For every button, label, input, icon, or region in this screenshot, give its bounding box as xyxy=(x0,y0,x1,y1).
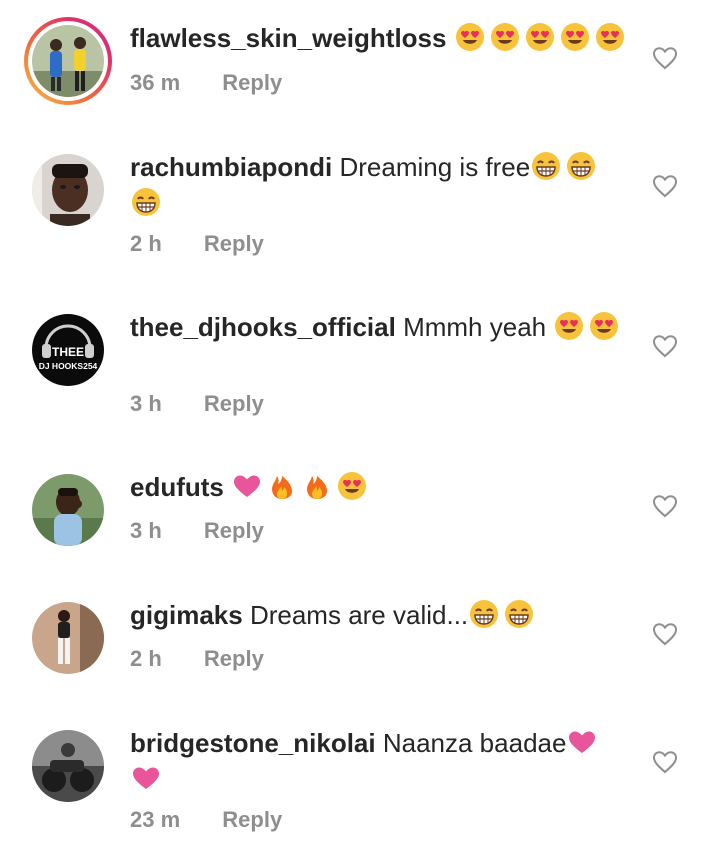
heart-outline-icon xyxy=(652,335,678,358)
comment-timestamp: 3 h xyxy=(130,518,162,543)
comment-username[interactable]: rachumbiapondi xyxy=(130,152,332,182)
reply-button[interactable]: Reply xyxy=(204,231,264,257)
grin-emoji-icon xyxy=(565,150,597,182)
like-button[interactable] xyxy=(652,174,678,198)
comment-meta: 2 h Reply xyxy=(130,646,264,672)
heart-eyes-emoji-icon xyxy=(588,310,620,342)
comment-body: thee_djhooks_official Mmmh yeah xyxy=(130,309,630,345)
comment-timestamp: 2 h xyxy=(130,646,162,671)
comment-body: rachumbiapondi Dreaming is free xyxy=(130,149,630,221)
comment-text: Dreaming is free xyxy=(339,152,531,182)
comment-username[interactable]: flawless_skin_weightloss xyxy=(130,23,446,53)
avatar[interactable]: THEE DJ HOOKS254 xyxy=(32,314,104,386)
reply-button[interactable]: Reply xyxy=(222,70,282,96)
avatar-text-top: THEE xyxy=(52,345,84,359)
heart-eyes-emoji-icon xyxy=(524,21,556,53)
fire-emoji-icon xyxy=(266,470,298,502)
comment-timestamp: 23 m xyxy=(130,807,181,832)
like-button[interactable] xyxy=(652,750,678,774)
grin-emoji-icon xyxy=(530,150,562,182)
comment-username[interactable]: thee_djhooks_official xyxy=(130,312,396,342)
grin-emoji-icon xyxy=(130,186,162,218)
avatar[interactable] xyxy=(32,474,104,546)
comment-timestamp: 36 m xyxy=(130,70,181,95)
like-button[interactable] xyxy=(652,494,678,518)
heart-outline-icon xyxy=(652,751,678,774)
comment-text: Dreams are valid... xyxy=(249,600,469,630)
comment-meta: 2 h Reply xyxy=(130,231,264,257)
like-button[interactable] xyxy=(652,334,678,358)
avatar-text-bottom: DJ HOOKS254 xyxy=(39,361,98,371)
heart-eyes-emoji-icon xyxy=(559,21,591,53)
comment-body: flawless_skin_weightloss xyxy=(130,20,630,56)
heart-outline-icon xyxy=(652,495,678,518)
heart-outline-icon xyxy=(652,623,678,646)
avatar[interactable] xyxy=(32,730,104,802)
comment-meta: 3 h Reply xyxy=(130,518,264,544)
comment-body: edufuts xyxy=(130,469,630,505)
heart-eyes-emoji-icon xyxy=(454,21,486,53)
comment-meta: 36 m Reply xyxy=(130,70,282,96)
avatar[interactable] xyxy=(24,17,112,105)
avatar[interactable] xyxy=(32,602,104,674)
comment-body: gigimaks Dreams are valid... xyxy=(130,597,630,633)
comments-list: flawless_skin_weightloss 36 m Reply rach… xyxy=(0,0,720,851)
like-button[interactable] xyxy=(652,622,678,646)
fire-emoji-icon xyxy=(301,470,333,502)
comment-username[interactable]: gigimaks xyxy=(130,600,243,630)
reply-button[interactable]: Reply xyxy=(204,518,264,544)
comment-text: Naanza baadae xyxy=(382,728,567,758)
like-button[interactable] xyxy=(652,46,678,70)
comment-username[interactable]: bridgestone_nikolai xyxy=(130,728,376,758)
reply-button[interactable]: Reply xyxy=(222,807,282,833)
pink-heart-emoji-icon xyxy=(566,726,598,758)
heart-eyes-emoji-icon xyxy=(553,310,585,342)
heart-outline-icon xyxy=(652,47,678,70)
comment-meta: 3 h Reply xyxy=(130,391,264,417)
grin-emoji-icon xyxy=(468,598,500,630)
grin-emoji-icon xyxy=(503,598,535,630)
comment-text: Mmmh yeah xyxy=(403,312,547,342)
comment-username[interactable]: edufuts xyxy=(130,472,224,502)
pink-heart-emoji-icon xyxy=(130,762,162,794)
comment-timestamp: 3 h xyxy=(130,391,162,416)
comment-body: bridgestone_nikolai Naanza baadae xyxy=(130,725,630,797)
comment-timestamp: 2 h xyxy=(130,231,162,256)
reply-button[interactable]: Reply xyxy=(204,391,264,417)
pink-heart-emoji-icon xyxy=(231,470,263,502)
avatar[interactable] xyxy=(32,154,104,226)
heart-eyes-emoji-icon xyxy=(336,470,368,502)
heart-outline-icon xyxy=(652,175,678,198)
comment-meta: 23 m Reply xyxy=(130,807,282,833)
heart-eyes-emoji-icon xyxy=(594,21,626,53)
reply-button[interactable]: Reply xyxy=(204,646,264,672)
heart-eyes-emoji-icon xyxy=(489,21,521,53)
